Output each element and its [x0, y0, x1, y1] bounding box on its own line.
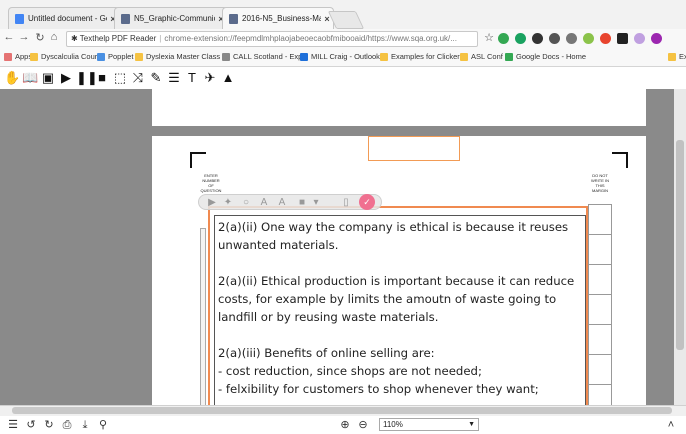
search-icon[interactable]: ⚲ [96, 417, 110, 433]
extension-icon[interactable] [634, 33, 645, 44]
stop-icon[interactable]: ■ [94, 70, 110, 86]
zoom-select[interactable]: 110% ▼ [379, 418, 479, 431]
chevron-up-icon[interactable]: ˄ [664, 417, 678, 433]
zoom-in-icon[interactable]: ⊕ [338, 417, 352, 433]
color-swatch-icon[interactable]: ■ [295, 196, 309, 209]
extension-icon[interactable] [566, 33, 577, 44]
text-tool-icon[interactable]: T [184, 70, 200, 86]
rotate-right-icon[interactable]: ↻ [42, 417, 56, 433]
question-number-column [200, 228, 206, 424]
hand-tool-icon[interactable]: ✋ [4, 70, 20, 86]
search-icon[interactable]: ○ [239, 196, 253, 209]
tab-strip: Untitled document - Goo × N5_Graphic-Com… [0, 0, 686, 29]
pdf-page: ENTER NUMBER OF QUESTION DO NOT WRITE IN… [152, 136, 646, 426]
bookmark-item[interactable]: Popplet [97, 52, 133, 61]
zoom-out-icon[interactable]: ⊖ [356, 417, 370, 433]
download-icon[interactable]: ⤓ [78, 417, 92, 433]
bookmark-item[interactable]: Google Docs - Home [505, 52, 586, 61]
extension-icon[interactable] [515, 33, 526, 44]
margin-label: DO NOT WRITE IN THIS MARGIN [591, 173, 609, 193]
margin-column [588, 204, 612, 424]
pdf-reader-toolbar: ✋ 📖 ▣ ▶ ❚❚ ■ ⬚ ⤨ ✎ ☰ T ✈ ▲ [0, 67, 686, 89]
bookmark-item[interactable]: Dyscalculia Course [30, 52, 105, 61]
play-icon[interactable]: ▶ [205, 196, 219, 209]
header-box [368, 136, 460, 161]
corner-mark [612, 152, 628, 168]
bookmark-item[interactable]: Apps [4, 52, 32, 61]
folder-icon [460, 52, 468, 61]
font-increase-icon[interactable]: A [257, 196, 271, 209]
docs-favicon-icon [15, 13, 24, 24]
folder-icon [668, 52, 676, 61]
call-scotland-icon [222, 52, 230, 61]
settings-icon[interactable]: ✦ [221, 196, 235, 209]
pdf-favicon-icon [121, 13, 130, 24]
home-icon[interactable]: ⌂ [47, 31, 61, 43]
chevron-down-icon: ▼ [468, 421, 475, 428]
address-row: ← → ↻ ⌂ ✱ Texthelp PDF Reader | chrome-ext… [0, 29, 686, 49]
extension-icon[interactable] [532, 33, 543, 44]
question-number-label: ENTER NUMBER OF QUESTION [200, 173, 222, 193]
bookmark-item[interactable]: ASL Conf [460, 52, 503, 61]
pdf-page [152, 89, 646, 126]
folder-icon [30, 52, 38, 61]
chevron-down-icon[interactable]: ▾ [309, 196, 323, 209]
dictionary-book-icon[interactable]: 📖 [22, 70, 38, 86]
popplet-icon [97, 52, 105, 61]
extension-icon[interactable] [600, 33, 611, 44]
outlook-icon [300, 52, 308, 61]
back-icon[interactable]: ← [2, 31, 16, 43]
omnibox[interactable]: ✱ Texthelp PDF Reader | chrome-extension:/… [66, 31, 478, 47]
print-icon[interactable]: ⎙ [60, 417, 74, 433]
tab-business-management[interactable]: 2016-N5_Business-Mana × [222, 7, 334, 29]
answer-text-box[interactable]: 2(a)(ii) One way the company is ethical … [214, 215, 586, 426]
list-icon[interactable]: ☰ [166, 70, 182, 86]
folder-icon [380, 52, 388, 61]
reload-icon[interactable]: ↻ [33, 31, 47, 44]
confirm-check-icon[interactable]: ✓ [359, 194, 375, 210]
pause-icon[interactable]: ❚❚ [76, 70, 98, 86]
picture-dictionary-icon[interactable]: ▣ [40, 70, 56, 86]
bookmarks-bar: Apps Dyscalculia Course Popplet Dyslexia… [0, 49, 686, 67]
menu-icon[interactable]: ☰ [6, 417, 20, 433]
font-decrease-icon[interactable]: A [275, 196, 289, 209]
tab-graphic-communication[interactable]: N5_Graphic-Communicat × [114, 7, 228, 29]
delete-icon[interactable]: ▯ [339, 196, 353, 209]
extension-icon[interactable] [651, 33, 662, 44]
extension-icon[interactable] [498, 33, 509, 44]
screen-select-icon[interactable]: ⬚ [112, 70, 128, 86]
bookmark-item[interactable]: Examples for Clicker [380, 52, 460, 61]
pdf-favicon-icon [229, 13, 238, 24]
bookmark-item[interactable]: Dyslexia Master Class [135, 52, 220, 61]
translate-icon[interactable]: ⤨ [130, 70, 146, 86]
highlighter-icon[interactable]: ✎ [148, 70, 164, 86]
horizontal-scroll-thumb[interactable] [12, 407, 672, 414]
tab-google-doc[interactable]: Untitled document - Goo × [8, 7, 120, 29]
bookmark-item[interactable]: MILL Craig - Outlook [300, 52, 380, 61]
corner-mark [190, 152, 206, 168]
extension-icon[interactable] [549, 33, 560, 44]
shapes-icon[interactable]: ▲ [220, 70, 236, 86]
forward-icon[interactable]: → [17, 31, 31, 43]
pdf-bottom-toolbar: ☰ ↺ ↻ ⎙ ⤓ ⚲ ⊕ ⊖ 110% ▼ ˄ [0, 416, 686, 434]
vertical-scroll-thumb[interactable] [676, 140, 684, 350]
extension-icon[interactable] [583, 33, 594, 44]
pdf-viewer[interactable]: ENTER NUMBER OF QUESTION DO NOT WRITE IN… [0, 89, 686, 426]
annotation-floating-toolbar: ▶ ✦ ○ A A ■ ▾ ▯ ✓ [198, 194, 382, 210]
bookmark-item[interactable]: CALL Scotland - Expe [222, 52, 307, 61]
bookmark-star-icon[interactable]: ☆ [482, 31, 496, 44]
google-drive-icon [505, 52, 513, 61]
folder-icon [135, 52, 143, 61]
extension-badge-icon: ✱ [71, 34, 80, 43]
extension-icon[interactable] [617, 33, 628, 44]
bookmark-item[interactable]: Ex [668, 52, 686, 61]
apps-grid-icon [4, 52, 12, 61]
rotate-left-icon[interactable]: ↺ [24, 417, 38, 433]
play-icon[interactable]: ▶ [58, 70, 74, 86]
pin-icon[interactable]: ✈ [202, 70, 218, 86]
